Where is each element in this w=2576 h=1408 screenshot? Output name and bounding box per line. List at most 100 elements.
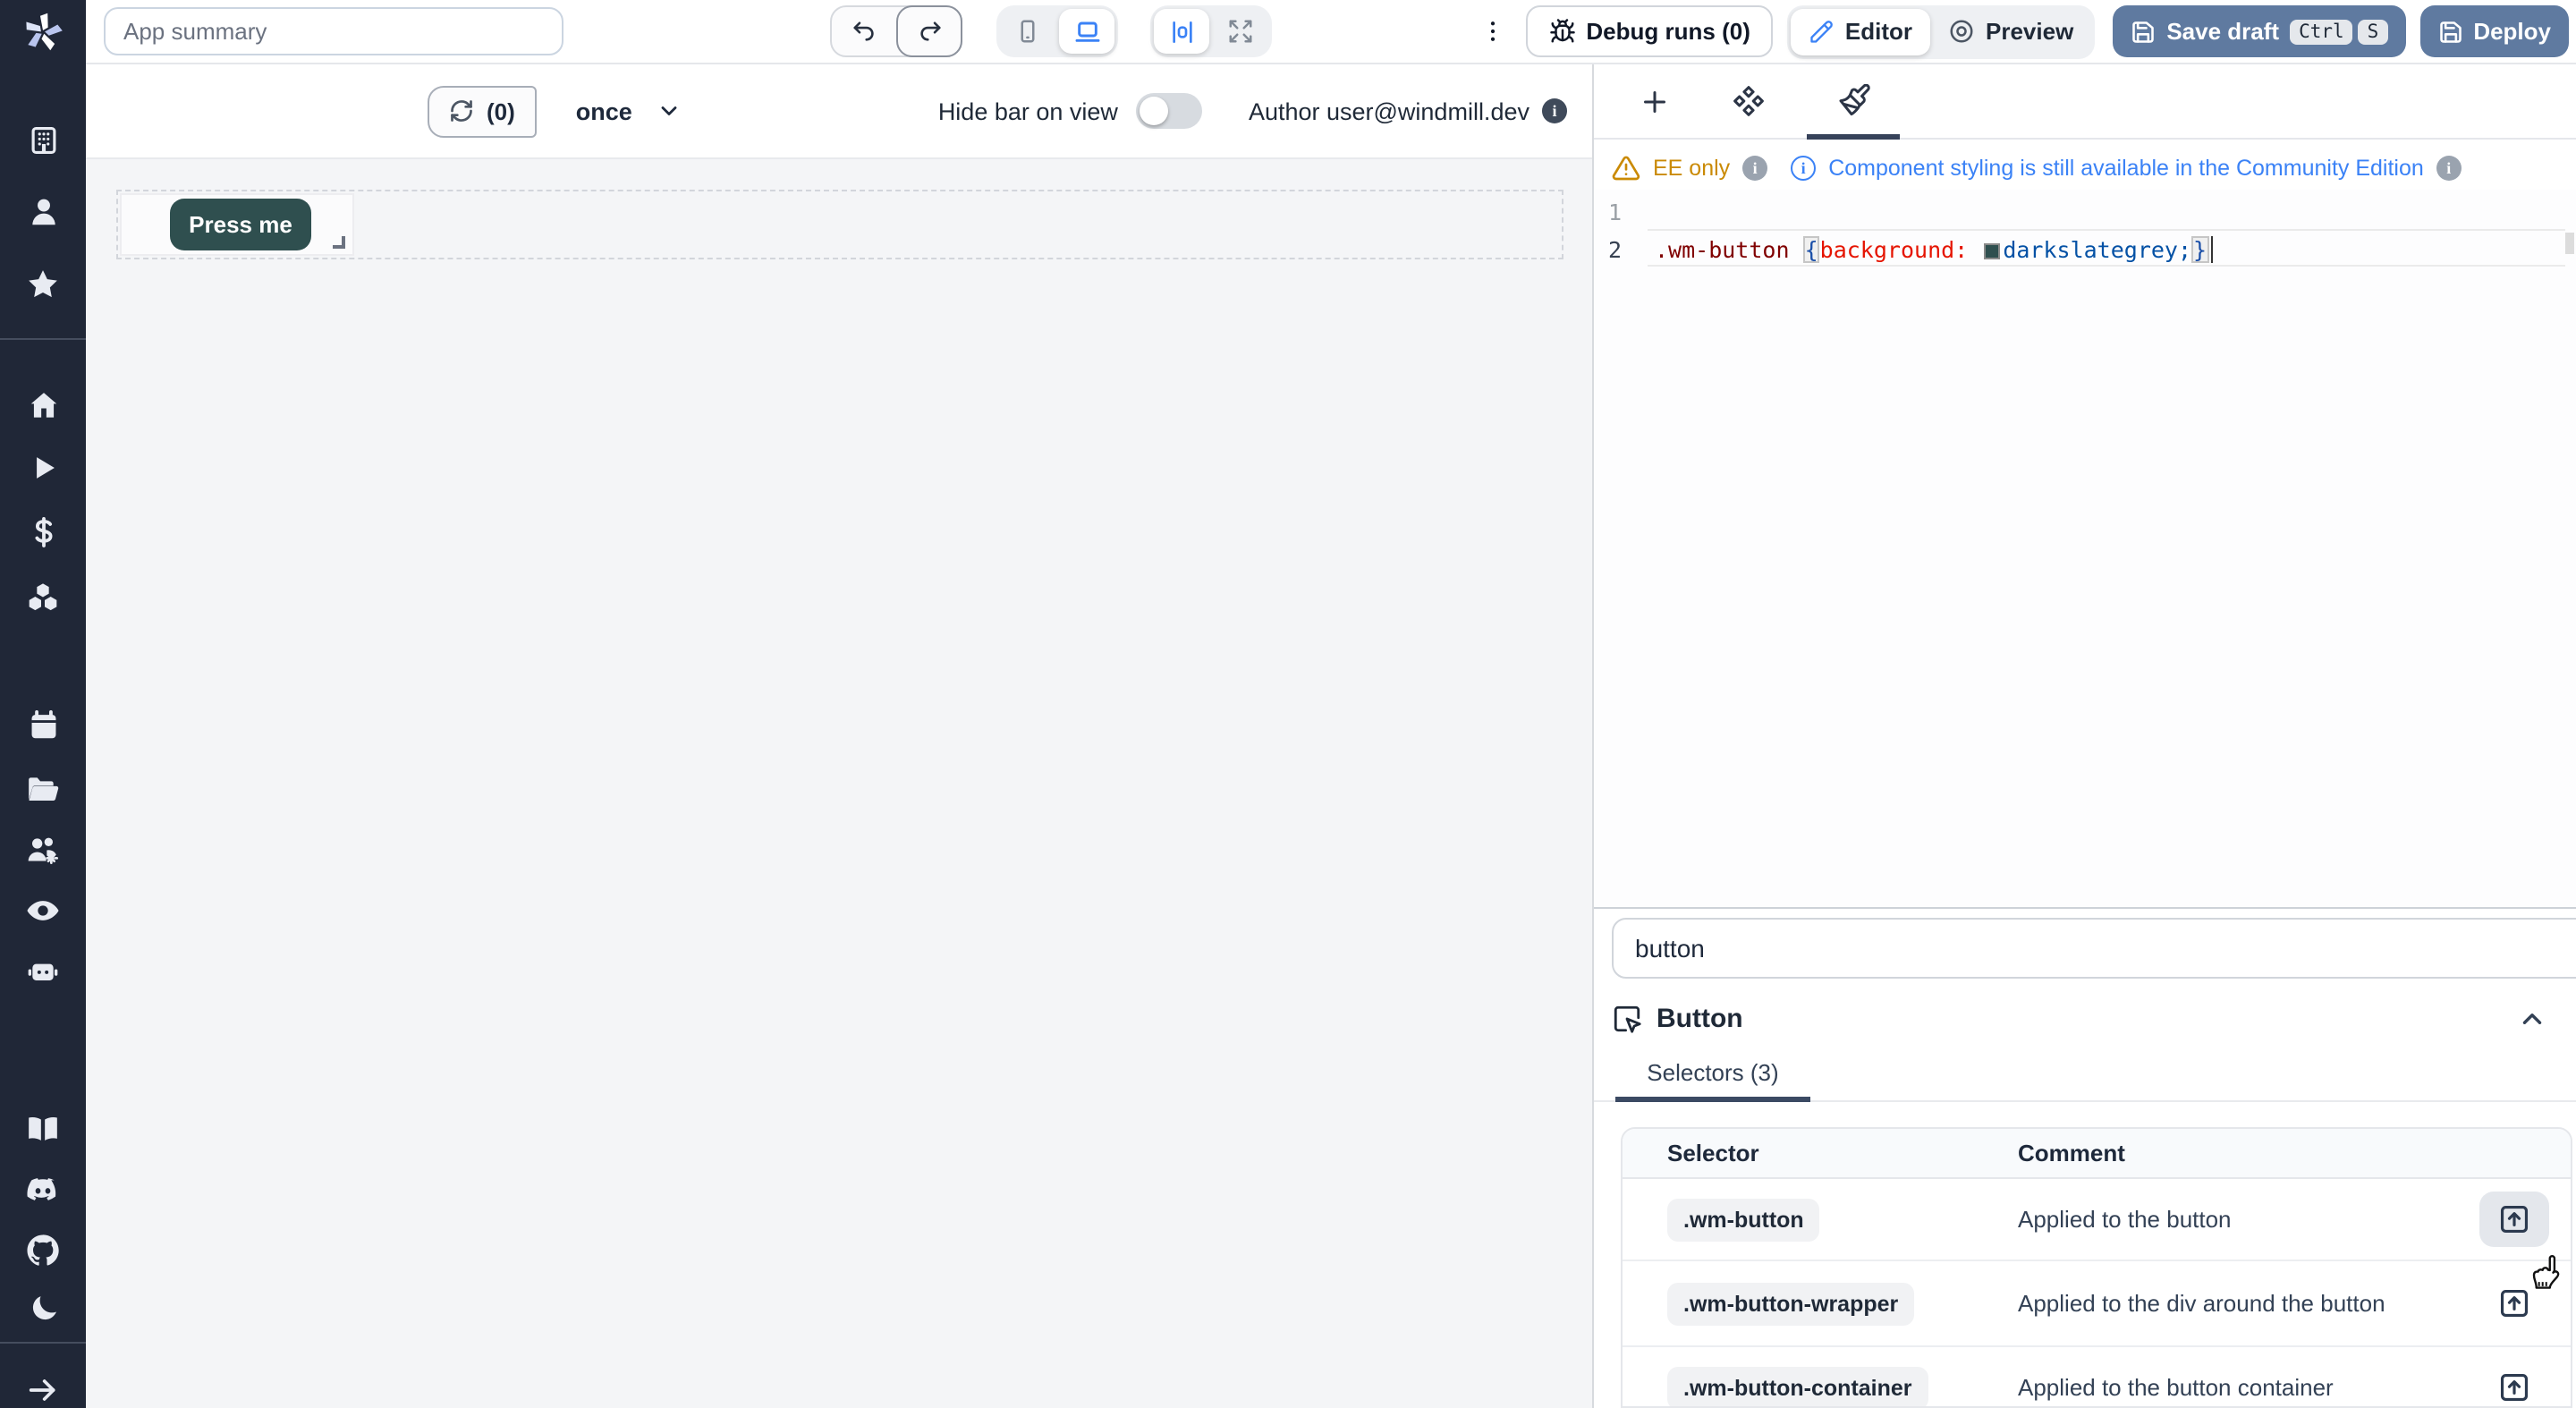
square-arrow-up-icon bbox=[2497, 1286, 2531, 1320]
save-icon bbox=[2437, 19, 2462, 44]
windmill-logo-icon bbox=[20, 9, 66, 55]
sidebar-divider bbox=[0, 1342, 86, 1344]
sidebar-item-github[interactable] bbox=[0, 1233, 86, 1268]
column-header-comment: Comment bbox=[2018, 1140, 2571, 1166]
sidebar-item-variables[interactable] bbox=[0, 513, 86, 549]
boxes-icon bbox=[25, 580, 61, 615]
info-icon[interactable]: i bbox=[1791, 155, 1816, 180]
robot-icon bbox=[25, 954, 61, 989]
grid-row: Press me bbox=[116, 190, 1563, 259]
mobile-view-button[interactable] bbox=[1000, 9, 1055, 54]
more-menu-button[interactable] bbox=[1475, 8, 1511, 55]
hide-bar-label: Hide bar on view bbox=[938, 98, 1118, 124]
component-select-icon bbox=[1612, 1004, 1642, 1034]
folder-open-icon bbox=[25, 771, 61, 807]
app-summary-input[interactable] bbox=[104, 7, 564, 55]
hide-bar-toggle[interactable] bbox=[1136, 93, 1202, 129]
sidebar-item-resources[interactable] bbox=[0, 580, 86, 615]
table-row: .wm-button-container Applied to the butt… bbox=[1623, 1347, 2571, 1408]
sidebar-item-docs[interactable] bbox=[0, 1111, 86, 1147]
sidebar-item-theme[interactable] bbox=[0, 1290, 86, 1326]
sidebar-item-folders[interactable] bbox=[0, 771, 86, 807]
user-group-gear-icon bbox=[25, 832, 61, 868]
component-section-header[interactable]: Button bbox=[1594, 979, 2576, 1045]
debug-runs-button[interactable]: Debug runs (0) bbox=[1525, 5, 1773, 57]
square-arrow-up-icon bbox=[2497, 1202, 2531, 1236]
app-canvas: (0) once Hide bar on view Author user@wi… bbox=[86, 64, 1592, 1408]
overview-ruler-mark bbox=[2565, 233, 2574, 254]
sidebar-item-discord[interactable] bbox=[0, 1172, 86, 1208]
apply-selector-button[interactable] bbox=[2479, 1192, 2549, 1247]
sidebar-item-groups[interactable] bbox=[0, 832, 86, 868]
pencil-icon bbox=[1809, 19, 1835, 44]
save-icon bbox=[2131, 19, 2156, 44]
sidebar-item-ai[interactable] bbox=[0, 954, 86, 989]
run-mode-dropdown[interactable]: once bbox=[576, 98, 682, 124]
color-swatch[interactable] bbox=[1983, 242, 1999, 259]
center-align-icon bbox=[1167, 17, 1196, 46]
run-mode-value: once bbox=[576, 98, 632, 124]
sidebar-divider bbox=[0, 338, 86, 340]
info-icon[interactable]: i bbox=[1542, 98, 1567, 123]
refresh-icon bbox=[449, 98, 474, 123]
refresh-count: (0) bbox=[487, 98, 515, 124]
apply-selector-button[interactable] bbox=[2497, 1286, 2531, 1320]
sidebar-item-home[interactable] bbox=[0, 386, 86, 422]
user-icon bbox=[26, 194, 60, 228]
ee-banner: EE only i i Component styling is still a… bbox=[1594, 145, 2576, 190]
toggle-knob bbox=[1140, 97, 1168, 125]
refresh-button[interactable]: (0) bbox=[428, 85, 537, 137]
tab-preview[interactable]: Preview bbox=[1930, 8, 2091, 55]
tab-styling[interactable] bbox=[1807, 64, 1900, 138]
canvas-toolbar: (0) once Hide bar on view Author user@wi… bbox=[86, 64, 1592, 159]
press-me-button[interactable]: Press me bbox=[170, 199, 311, 250]
apply-selector-button[interactable] bbox=[2497, 1370, 2531, 1404]
kebab-menu-icon bbox=[1479, 18, 1506, 45]
layout-toggle-group bbox=[1150, 5, 1272, 57]
tab-editor[interactable]: Editor bbox=[1792, 8, 1930, 55]
info-icon[interactable]: i bbox=[1742, 155, 1767, 180]
fullscreen-button[interactable] bbox=[1213, 9, 1268, 54]
css-code-editor[interactable]: 1 2 .wm-button {background: darkslategre… bbox=[1594, 190, 2576, 907]
undo-redo-group bbox=[830, 5, 962, 57]
resize-handle[interactable] bbox=[333, 236, 345, 249]
sidebar-collapse-button[interactable] bbox=[0, 1372, 86, 1408]
sidebar-item-runs[interactable] bbox=[0, 449, 86, 485]
sidebar-item-audit[interactable] bbox=[0, 893, 86, 929]
text-caret bbox=[2210, 235, 2213, 262]
redo-button[interactable] bbox=[896, 5, 962, 57]
debug-runs-label: Debug runs (0) bbox=[1586, 18, 1750, 45]
selector-pill: .wm-button-wrapper bbox=[1667, 1282, 1914, 1325]
tab-selectors[interactable]: Selectors (3) bbox=[1615, 1050, 1810, 1100]
component-section-title: Button bbox=[1657, 1004, 1743, 1034]
save-draft-label: Save draft bbox=[2166, 18, 2279, 45]
tab-components[interactable] bbox=[1701, 64, 1794, 138]
arrow-right-icon bbox=[25, 1372, 61, 1408]
selector-comment: Applied to the button bbox=[2018, 1206, 2232, 1233]
sidebar-item-workspace[interactable] bbox=[0, 122, 86, 157]
windmill-logo[interactable] bbox=[0, 0, 86, 64]
center-layout-button[interactable] bbox=[1154, 9, 1209, 54]
desktop-view-button[interactable] bbox=[1059, 9, 1114, 54]
selector-comment: Applied to the div around the button bbox=[2018, 1290, 2385, 1317]
sidebar-item-favorites[interactable] bbox=[0, 267, 86, 302]
editor-label: Editor bbox=[1845, 18, 1912, 45]
undo-button[interactable] bbox=[832, 7, 898, 55]
component-search-input[interactable] bbox=[1612, 918, 2576, 979]
button-component-cell[interactable]: Press me bbox=[120, 193, 354, 256]
collapse-section-button[interactable] bbox=[2517, 1004, 2547, 1034]
moon-icon bbox=[26, 1291, 60, 1325]
sidebar-item-schedules[interactable] bbox=[0, 707, 86, 742]
save-draft-button[interactable]: Save draft Ctrl S bbox=[2113, 5, 2405, 57]
tab-add-component[interactable] bbox=[1608, 64, 1701, 138]
chevron-up-icon bbox=[2517, 1004, 2547, 1034]
canvas-grid[interactable]: Press me bbox=[86, 159, 1592, 1408]
info-icon[interactable]: i bbox=[2436, 155, 2462, 180]
ee-note-text: Component styling is still available in … bbox=[1828, 155, 2424, 180]
building-icon bbox=[26, 123, 60, 157]
deploy-button[interactable]: Deploy bbox=[2419, 5, 2569, 57]
component-diamonds-icon bbox=[1731, 84, 1765, 118]
preview-label: Preview bbox=[1986, 18, 2073, 45]
sidebar-item-user[interactable] bbox=[0, 193, 86, 229]
dollar-sign-icon bbox=[26, 514, 60, 548]
